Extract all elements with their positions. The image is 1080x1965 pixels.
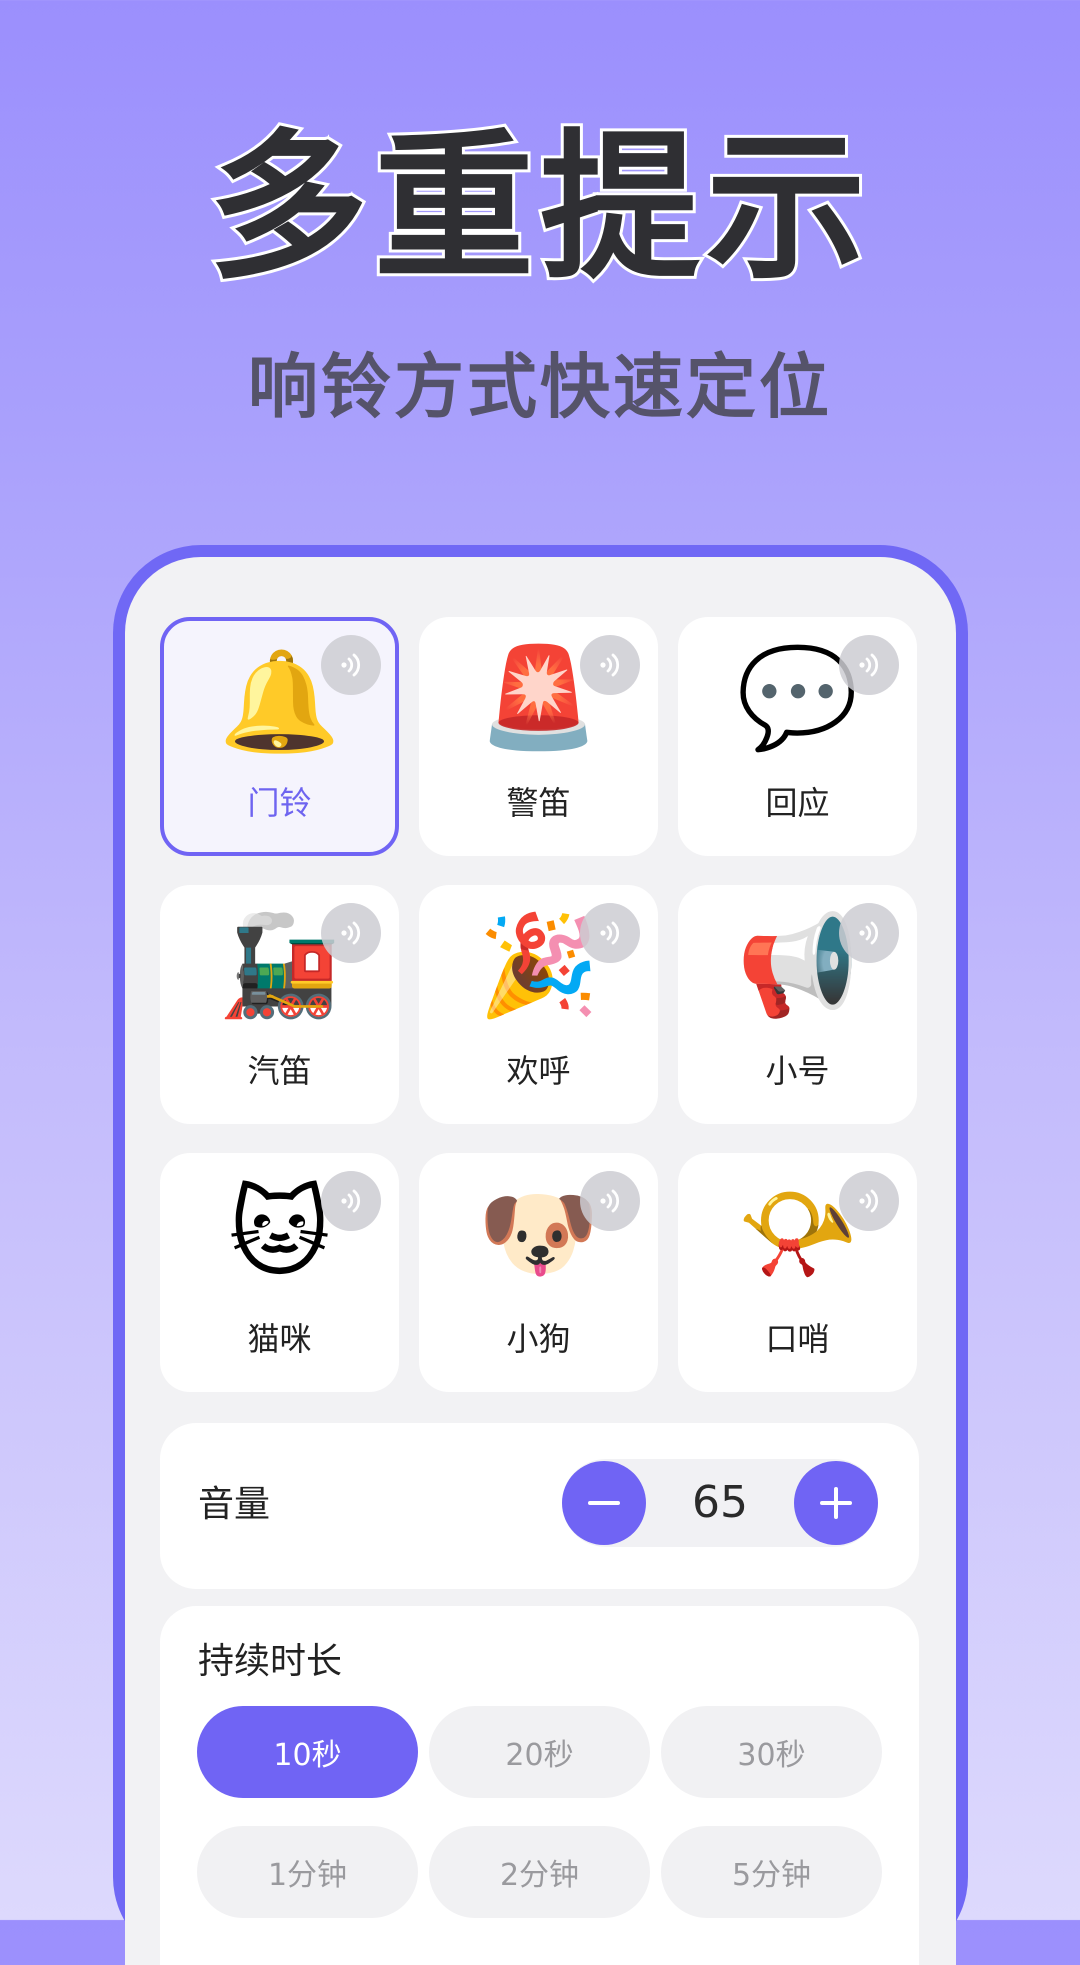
volume-label: 音量 xyxy=(198,1484,271,1525)
play-sound-button[interactable] xyxy=(321,903,381,963)
duration-option[interactable]: 5分钟 xyxy=(661,1826,882,1918)
sound-wave-icon xyxy=(341,653,361,677)
sound-tile[interactable]: 📯 口哨 xyxy=(678,1153,917,1392)
volume-value: 65 xyxy=(692,1477,748,1528)
sound-wave-icon xyxy=(859,921,879,945)
sound-wave-icon xyxy=(600,1189,620,1213)
sound-tile[interactable]: 🚨 警笛 xyxy=(419,617,658,856)
sound-tile-label: 警笛 xyxy=(506,784,571,822)
duration-option[interactable]: 2分钟 xyxy=(429,1826,650,1918)
sound-tile[interactable]: 🐱 猫咪 xyxy=(160,1153,399,1392)
sound-tile[interactable]: 🔔 门铃 xyxy=(160,617,399,856)
duration-title: 持续时长 xyxy=(198,1641,343,1682)
sound-grid: 🔔 门铃 🚨 警笛 💬 回应 🚂 汽笛 🎉 欢呼 📢 小号 🐱 猫咪 🐶 小狗 📯 口哨 xyxy=(160,617,920,1392)
duration-option[interactable]: 20秒 xyxy=(429,1706,650,1798)
page-subheadline: 响铃方式快速定位 xyxy=(248,346,832,428)
play-sound-button[interactable] xyxy=(839,635,899,695)
minus-icon xyxy=(588,1501,620,1505)
sound-tile-label: 欢呼 xyxy=(506,1052,571,1090)
plus-icon xyxy=(820,1487,852,1519)
volume-card: 音量 65 xyxy=(160,1423,919,1589)
duration-options: 10秒 20秒 30秒 1分钟 2分钟 5分钟 xyxy=(197,1706,883,1918)
duration-card: 持续时长 10秒 20秒 30秒 1分钟 2分钟 5分钟 xyxy=(160,1606,919,1965)
sound-tile-label: 口哨 xyxy=(765,1320,830,1358)
duration-option[interactable]: 30秒 xyxy=(661,1706,882,1798)
sound-tile-label: 小号 xyxy=(765,1052,830,1090)
sound-tile[interactable]: 🐶 小狗 xyxy=(419,1153,658,1392)
sound-wave-icon xyxy=(859,653,879,677)
phone-screen: 🔔 门铃 🚨 警笛 💬 回应 🚂 汽笛 🎉 欢呼 📢 小号 🐱 猫咪 🐶 小狗 📯 口哨 音量 65 持续时长 1… xyxy=(125,557,956,1965)
sound-tile-label: 猫咪 xyxy=(247,1320,312,1358)
duration-option[interactable]: 10秒 xyxy=(197,1706,418,1798)
play-sound-button[interactable] xyxy=(839,903,899,963)
sound-wave-icon xyxy=(600,921,620,945)
sound-tile-label: 汽笛 xyxy=(247,1052,312,1090)
play-sound-button[interactable] xyxy=(321,635,381,695)
sound-tile[interactable]: 🎉 欢呼 xyxy=(419,885,658,1124)
phone-frame: 🔔 门铃 🚨 警笛 💬 回应 🚂 汽笛 🎉 欢呼 📢 小号 🐱 猫咪 🐶 小狗 📯 口哨 音量 65 持续时长 1… xyxy=(113,545,968,1965)
play-sound-button[interactable] xyxy=(321,1171,381,1231)
duration-option[interactable]: 1分钟 xyxy=(197,1826,418,1918)
play-sound-button[interactable] xyxy=(580,635,640,695)
sound-tile-label: 回应 xyxy=(765,784,830,822)
play-sound-button[interactable] xyxy=(580,1171,640,1231)
sound-tile[interactable]: 🚂 汽笛 xyxy=(160,885,399,1124)
volume-decrease-button[interactable] xyxy=(562,1461,646,1545)
volume-increase-button[interactable] xyxy=(794,1461,878,1545)
sound-tile-label: 小狗 xyxy=(506,1320,571,1358)
sound-tile[interactable]: 📢 小号 xyxy=(678,885,917,1124)
sound-wave-icon xyxy=(341,1189,361,1213)
sound-wave-icon xyxy=(600,653,620,677)
volume-stepper: 65 xyxy=(562,1459,878,1547)
sound-tile-label: 门铃 xyxy=(247,784,312,822)
page-headline: 多重提示 xyxy=(205,114,872,301)
sound-wave-icon xyxy=(859,1189,879,1213)
play-sound-button[interactable] xyxy=(580,903,640,963)
play-sound-button[interactable] xyxy=(839,1171,899,1231)
sound-wave-icon xyxy=(341,921,361,945)
sound-tile[interactable]: 💬 回应 xyxy=(678,617,917,856)
